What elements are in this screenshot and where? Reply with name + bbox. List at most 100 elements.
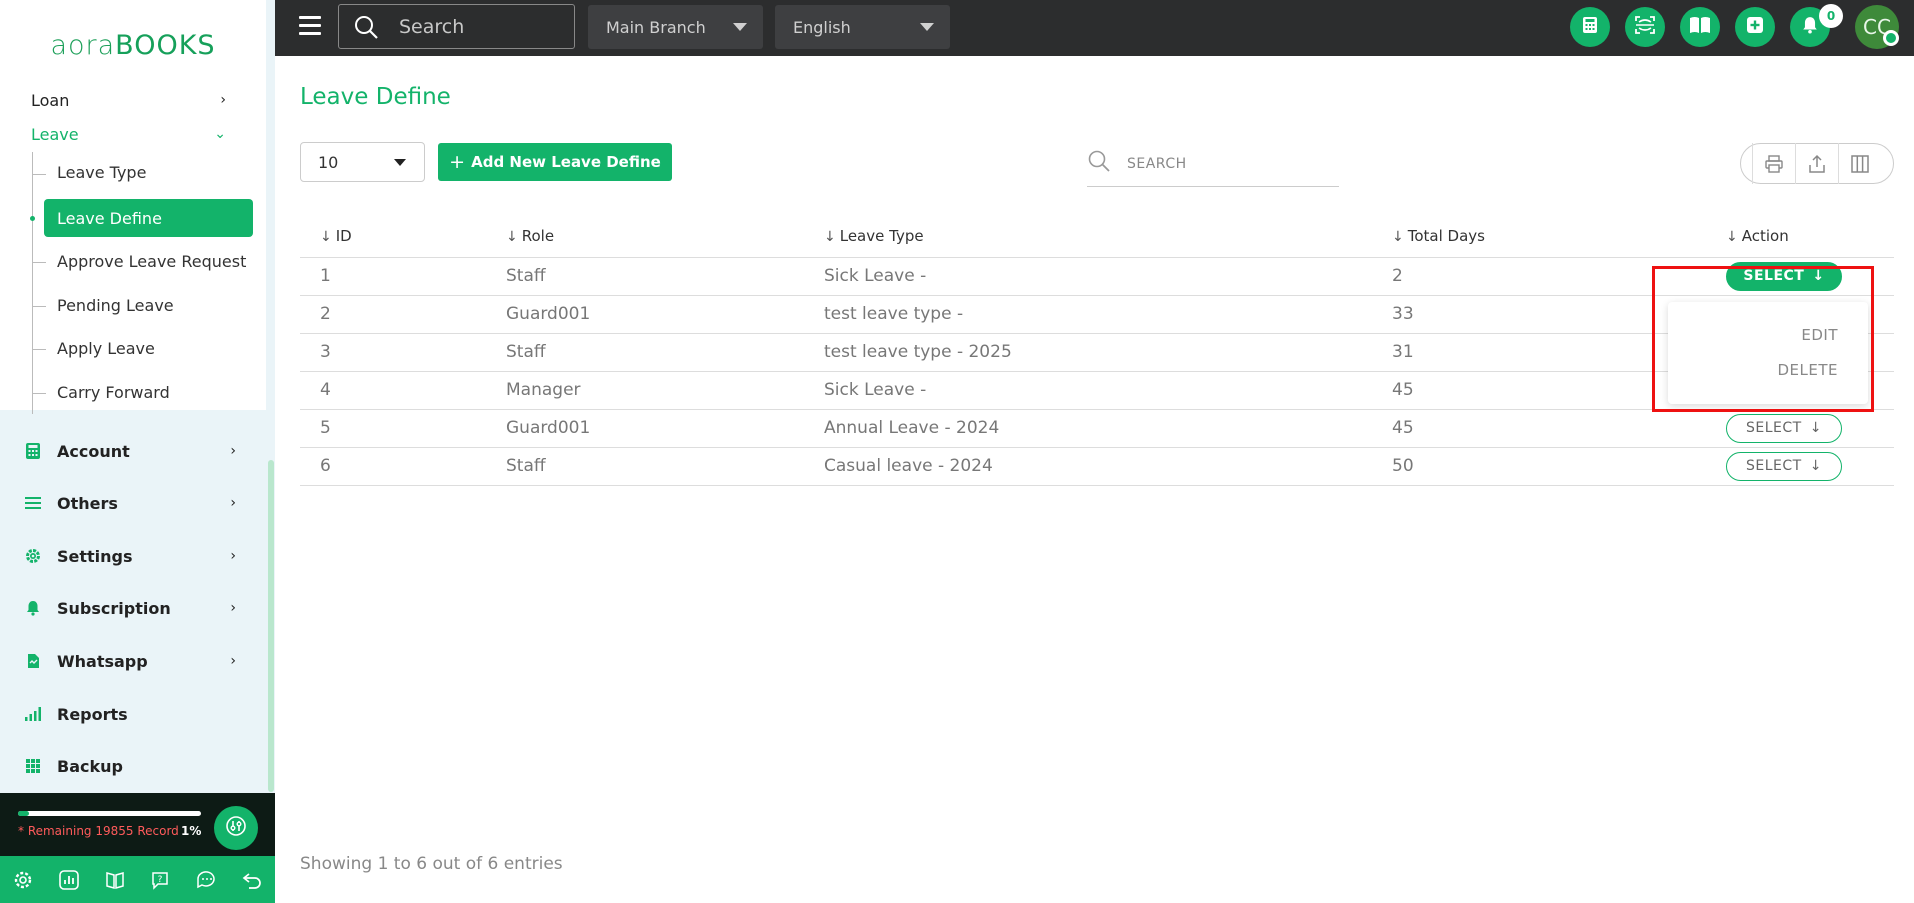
caret-down-icon [733,23,747,31]
select-label: SELECT [1746,420,1802,436]
sidebar-item-reports[interactable]: Reports [0,694,266,734]
sidebar-item-loan[interactable]: Loan › [0,90,266,118]
sidebar-sub-carry-forward[interactable]: Carry Forward [57,383,170,402]
cell-id: 3 [300,333,490,372]
language-select[interactable]: English [775,5,950,49]
topbar: Main Branch English 0 CC [275,0,1914,56]
sidebar-sub-leave-type[interactable]: Leave Type [57,163,146,182]
table-search-input[interactable] [1127,151,1327,177]
sidebar-item-others[interactable]: Others › [0,483,266,523]
print-icon[interactable] [1752,143,1795,184]
gear-icon [24,547,42,565]
select-button[interactable]: SELECT ↓ [1726,413,1842,443]
column-label: Action [1741,226,1789,245]
book-button[interactable] [1680,7,1720,47]
chat-icon[interactable] [193,867,219,893]
column-header-role[interactable]: ↓ Role [490,215,808,258]
tree-tick [32,174,46,175]
sidebar-item-settings[interactable]: Settings › [0,536,266,576]
chevron-down-icon: ⌄ [214,126,226,142]
sidebar-item-label: Settings [57,546,133,566]
cell-role: Staff [490,257,808,296]
column-header-action[interactable]: ↓ Action [1726,215,1894,258]
chevron-right-icon: › [230,600,236,616]
remaining-records-text: * Remaining 19855 Record [18,824,179,838]
help-icon[interactable]: ? [147,867,173,893]
chevron-right-icon: › [220,92,226,108]
table-search[interactable] [1087,145,1339,187]
branch-select[interactable]: Main Branch [588,5,763,49]
cell-leave-type: Casual leave - 2024 [808,447,1376,486]
sidebar-sub-pending-leave[interactable]: Pending Leave [57,296,174,315]
sort-arrow-icon: ↓ [1726,228,1738,245]
global-search[interactable] [338,4,575,49]
sidebar-item-leave[interactable]: Leave ⌄ [0,116,266,152]
cell-leave-type: Sick Leave - [808,257,1376,296]
table-row: 6 Staff Casual leave - 2024 50 SELECT ↓ [300,447,1894,486]
sidebar-item-label: Whatsapp [57,651,148,671]
upgrade-button[interactable] [214,806,258,850]
hamburger-menu-icon[interactable] [299,16,321,36]
cell-role: Guard001 [490,295,808,334]
columns-icon[interactable] [1838,143,1881,184]
export-icon[interactable] [1795,143,1838,184]
add-button[interactable] [1735,7,1775,47]
column-label: Total Days [1407,226,1485,245]
sidebar-sub-leave-define[interactable]: Leave Define [44,199,253,237]
cell-action: SELECT ↓ [1726,409,1894,448]
logo[interactable]: aoraBOOKS [0,0,266,90]
sidebar-item-label: Backup [57,756,123,776]
logo-part1: aora [50,29,116,61]
cell-id: 4 [300,371,490,410]
column-label: Role [521,226,555,245]
gear-icon[interactable] [10,867,36,893]
tree-line [32,152,33,414]
chart-icon[interactable] [56,867,82,893]
scan-button[interactable] [1625,7,1665,47]
page-size-select[interactable]: 10 [300,142,425,182]
arrow-down-icon: ↓ [1809,420,1822,436]
grid-icon [24,757,42,775]
plus-square-icon [1746,16,1764,39]
plus-icon: + [449,151,466,173]
cell-leave-type: Annual Leave - 2024 [808,409,1376,448]
sidebar-item-account[interactable]: Account › [0,431,266,471]
sidebar-sub-approve-leave-request[interactable]: Approve Leave Request [57,252,246,271]
entries-info: Showing 1 to 6 out of 6 entries [300,854,563,874]
branch-select-value: Main Branch [606,17,706,37]
table-row: 5 Guard001 Annual Leave - 2024 45 SELECT… [300,409,1894,448]
column-header-id[interactable]: ↓ ID [300,215,490,258]
calculator-button[interactable] [1570,7,1610,47]
cell-role: Guard001 [490,409,808,448]
list-icon [24,494,42,512]
cell-id: 2 [300,295,490,334]
sliders-icon [225,815,247,842]
column-header-total-days[interactable]: ↓ Total Days [1376,215,1726,258]
tree-tick [32,306,46,307]
sidebar-item-backup[interactable]: Backup [0,746,266,786]
sidebar-item-label: Leave [31,124,79,144]
sidebar-item-whatsapp[interactable]: Whatsapp › [0,641,266,681]
sidebar-footer: * Remaining 19855 Record 1% ? [0,793,275,903]
search-input[interactable] [399,13,569,41]
column-header-leave-type[interactable]: ↓ Leave Type [808,215,1376,258]
sidebar-item-subscription[interactable]: Subscription › [0,588,266,628]
calculator-icon [1582,16,1598,39]
page-title: Leave Define [300,84,451,110]
sidebar-scrollbar[interactable] [268,460,274,792]
column-label: ID [335,226,352,245]
book-icon[interactable] [102,867,128,893]
undo-icon[interactable] [239,867,265,893]
cell-role: Staff [490,447,808,486]
add-new-leave-define-button[interactable]: + Add New Leave Define [438,143,672,181]
add-button-label: Add New Leave Define [471,153,661,171]
cell-total-days: 50 [1376,447,1726,486]
cell-action: SELECT ↓ [1726,447,1894,486]
language-select-value: English [793,17,851,37]
sidebar-item-label: Leave Define [57,208,162,228]
sidebar-sub-apply-leave[interactable]: Apply Leave [57,339,155,358]
select-button[interactable]: SELECT ↓ [1726,451,1842,481]
bar-chart-icon [24,705,42,723]
cell-role: Staff [490,333,808,372]
highlight-annotation-box [1652,266,1874,412]
